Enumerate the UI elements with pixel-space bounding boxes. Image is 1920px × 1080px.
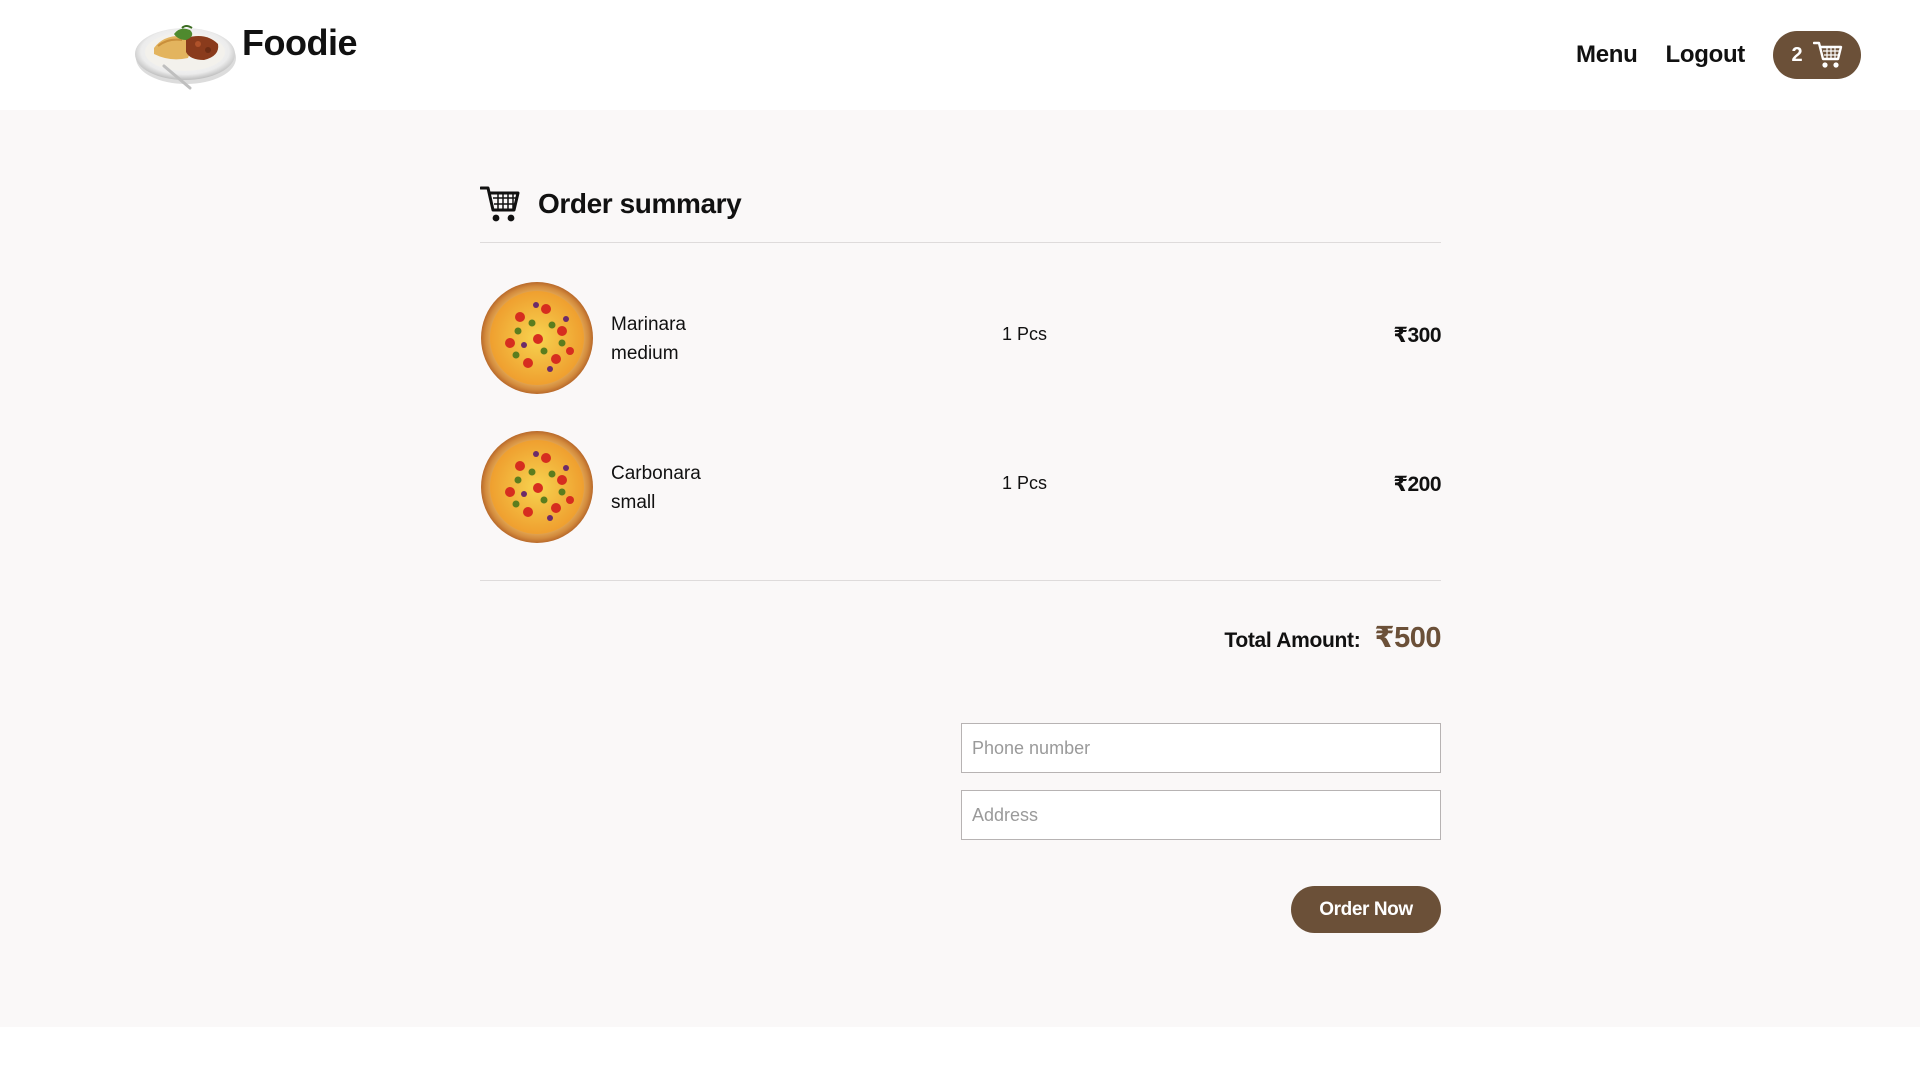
page-title: Order summary	[538, 188, 742, 219]
order-summary-heading: Order summary	[480, 185, 742, 223]
cart-count-badge: 2	[1791, 43, 1803, 66]
item-price: ₹300	[1393, 324, 1441, 347]
address-input[interactable]	[961, 790, 1441, 840]
pizza-icon	[481, 282, 593, 394]
brand-name: Foodie	[242, 22, 357, 63]
item-price: ₹200	[1393, 473, 1441, 496]
order-summary-section: Order summary Marinara medium 1 Pcs ₹300…	[0, 110, 1920, 1027]
total-amount: ₹500	[1374, 622, 1441, 654]
item-size: small	[611, 492, 656, 513]
shopping-cart-icon	[480, 186, 520, 222]
item-name-block: Marinara medium	[611, 310, 686, 368]
divider	[480, 580, 1441, 581]
order-now-button[interactable]: Order Now	[1291, 886, 1441, 933]
item-name-block: Carbonara small	[611, 459, 701, 517]
main-nav: Menu Logout 2	[1576, 31, 1861, 79]
top-header: Foodie Menu Logout 2	[0, 0, 1920, 110]
item-size: medium	[611, 343, 679, 364]
list-item: Marinara medium 1 Pcs ₹300	[480, 281, 1441, 395]
order-total: Total Amount: ₹500	[1224, 620, 1441, 655]
phone-input[interactable]	[961, 723, 1441, 773]
item-quantity: 1 Pcs	[1002, 324, 1048, 344]
pizza-icon	[481, 431, 593, 543]
item-name: Carbonara	[611, 463, 701, 484]
total-label: Total Amount:	[1224, 629, 1361, 652]
cart-button[interactable]: 2	[1773, 31, 1861, 79]
shopping-cart-icon	[1812, 41, 1842, 68]
item-quantity: 1 Pcs	[1002, 473, 1048, 493]
nav-logout-link[interactable]: Logout	[1666, 41, 1746, 69]
nav-menu-link[interactable]: Menu	[1576, 41, 1638, 69]
list-item: Carbonara small 1 Pcs ₹200	[480, 430, 1441, 544]
item-name: Marinara	[611, 314, 686, 335]
brand-logo[interactable]: Foodie	[134, 14, 357, 92]
divider	[480, 242, 1441, 243]
plate-food-icon	[135, 25, 236, 90]
